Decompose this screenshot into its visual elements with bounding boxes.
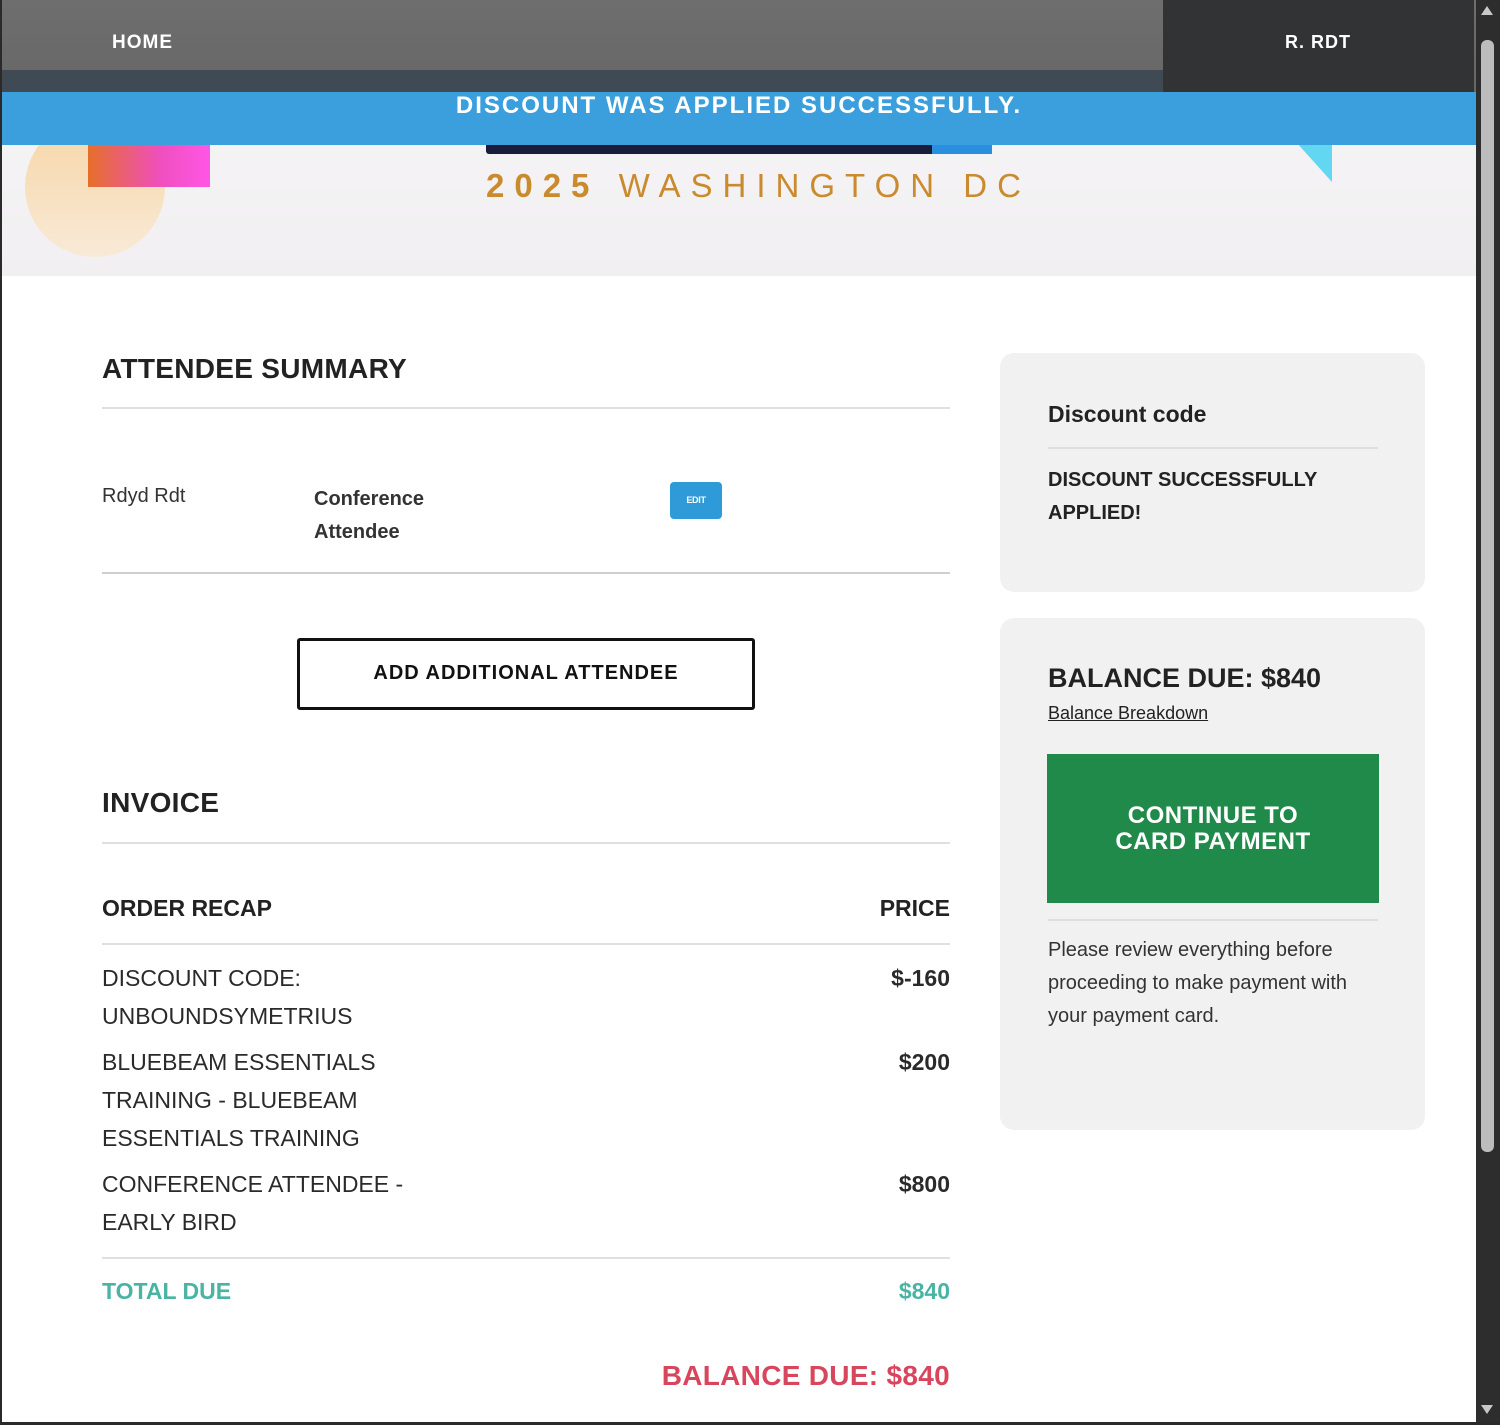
user-name[interactable]: R. RDT bbox=[1285, 32, 1351, 53]
scroll-down-arrow-icon[interactable] bbox=[1481, 1405, 1493, 1414]
balance-breakdown-link[interactable]: Balance Breakdown bbox=[1048, 703, 1208, 724]
divider bbox=[1048, 919, 1378, 921]
success-banner-text: DISCOUNT WAS APPLIED SUCCESSFULLY. bbox=[455, 92, 1023, 119]
discount-applied-message: DISCOUNT SUCCESSFULLY APPLIED! bbox=[1048, 469, 1317, 524]
scroll-up-arrow-icon[interactable] bbox=[1481, 6, 1493, 15]
invoice-row-description: BLUEBEAM ESSENTIALS TRAINING - BLUEBEAM … bbox=[102, 1049, 376, 1151]
divider bbox=[102, 1257, 950, 1259]
continue-to-card-payment-button[interactable]: CONTINUE TO CARD PAYMENT bbox=[1047, 754, 1379, 903]
nav-strip bbox=[2, 70, 1163, 92]
balance-card: BALANCE DUE: $840 Balance Breakdown CONT… bbox=[1000, 618, 1425, 1130]
total-due-label: TOTAL DUE bbox=[102, 1278, 232, 1304]
order-recap-header: ORDER RECAP bbox=[102, 895, 272, 921]
divider bbox=[1048, 447, 1378, 449]
invoice-row-price: $-160 bbox=[891, 965, 950, 991]
nav-home-link[interactable]: HOME bbox=[112, 32, 173, 54]
invoice-title: INVOICE bbox=[102, 787, 220, 818]
balance-due-footer: BALANCE DUE: $840 bbox=[661, 1360, 950, 1391]
attendee-name: Rdyd Rdt bbox=[102, 485, 186, 507]
payment-review-note: Please review everything before proceedi… bbox=[1048, 939, 1348, 1027]
event-subtitle: 2025 WASHINGTON DC bbox=[486, 167, 1031, 205]
pay-button-label: CONTINUE TO CARD PAYMENT bbox=[1115, 801, 1311, 855]
event-location: WASHINGTON DC bbox=[618, 167, 1031, 204]
scrollbar-thumb[interactable] bbox=[1481, 40, 1494, 1152]
attendee-type: Conference Attendee bbox=[314, 488, 425, 543]
divider bbox=[102, 842, 950, 844]
divider bbox=[102, 407, 950, 409]
discount-code-card: Discount code DISCOUNT SUCCESSFULLY APPL… bbox=[1000, 353, 1425, 592]
attendee-summary-title: ATTENDEE SUMMARY bbox=[102, 353, 408, 384]
discount-card-title: Discount code bbox=[1048, 401, 1207, 427]
divider bbox=[102, 943, 950, 945]
invoice-row-price: $800 bbox=[898, 1171, 950, 1197]
price-header: PRICE bbox=[879, 895, 950, 921]
invoice-row: DISCOUNT CODE: UNBOUNDSYMETRIUS $-160 bbox=[102, 959, 950, 1039]
add-additional-attendee-button[interactable]: ADD ADDITIONAL ATTENDEE bbox=[297, 638, 755, 710]
invoice-row: CONFERENCE ATTENDEE - EARLY BIRD $800 bbox=[102, 1165, 950, 1245]
success-banner: DISCOUNT WAS APPLIED SUCCESSFULLY. bbox=[2, 92, 1476, 145]
invoice-row-description: DISCOUNT CODE: UNBOUNDSYMETRIUS bbox=[102, 965, 353, 1029]
invoice-row-price: $200 bbox=[898, 1049, 950, 1075]
invoice-row-description: CONFERENCE ATTENDEE - EARLY BIRD bbox=[102, 1171, 404, 1235]
event-year: 2025 bbox=[486, 167, 600, 204]
divider bbox=[102, 572, 950, 574]
edit-attendee-button[interactable]: EDIT bbox=[670, 482, 722, 519]
total-due-value: $840 bbox=[898, 1278, 950, 1304]
invoice-row: BLUEBEAM ESSENTIALS TRAINING - BLUEBEAM … bbox=[102, 1043, 950, 1161]
balance-due-title: BALANCE DUE: $840 bbox=[1048, 663, 1322, 693]
user-menu[interactable]: R. RDT bbox=[1163, 0, 1474, 92]
